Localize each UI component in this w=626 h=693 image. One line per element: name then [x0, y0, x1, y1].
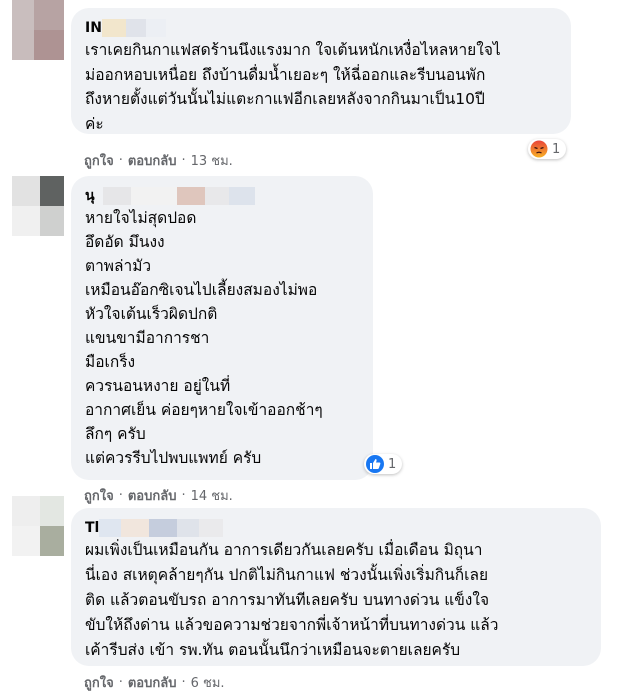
comment-bubble: นุ หายใจไม่สุดปอด อึดอัด มึนงง ตาพล่ามัว… — [71, 176, 373, 480]
separator-dot: · — [118, 488, 123, 503]
commenter-name-text[interactable]: Tl — [85, 520, 99, 536]
comment-line: นี่เอง สเหตุคล้ายๆกัน ปกติไม่กินกาแฟ ช่ว… — [85, 566, 489, 584]
redacted-name — [99, 519, 122, 537]
comment-line: แต่ควรรีบไปพบแพทย์ ครับ — [85, 449, 262, 467]
redacted-name — [145, 19, 166, 37]
timestamp[interactable]: 14 ชม. — [191, 485, 233, 506]
comment-line: ควรนอนหงาย อยู่ในที่ — [85, 377, 231, 395]
commenter-name-text[interactable]: นุ — [85, 185, 95, 207]
timestamp[interactable]: 6 ชม. — [191, 672, 225, 693]
redacted-name — [102, 187, 131, 205]
avatar[interactable] — [12, 496, 64, 556]
comment-line: แขนขามีอาการชา — [85, 329, 210, 347]
like-reaction-icon — [366, 455, 384, 473]
comment-bubble: IN เราเคยกินกาแฟสดร้านนึงแรงมาก ใจเต้นหน… — [71, 8, 571, 134]
comment-line: ลึกๆ ครับ — [85, 425, 146, 443]
comment-line: ผมเพิ่งเป็นเหมือนกัน อาการเดียวกันเลยครั… — [85, 541, 483, 559]
redacted-name — [199, 519, 224, 537]
separator-dot: · — [118, 675, 123, 690]
comment-line: ติด แล้วตอนขับรถ อาการมาทันทีเลยครับ บนท… — [85, 591, 490, 609]
redacted-name — [130, 187, 177, 205]
separator-dot: · — [181, 488, 186, 503]
comment-actions: ถูกใจ · ตอบกลับ · 13 ชม. — [84, 150, 233, 171]
comment-text: เราเคยกินกาแฟสดร้านนึงแรงมาก ใจเต้นหนักเ… — [85, 38, 559, 136]
redacted-name — [204, 187, 229, 205]
reaction-number: 1 — [552, 141, 561, 157]
like-link[interactable]: ถูกใจ — [84, 672, 114, 693]
comment-text: หายใจไม่สุดปอด อึดอัด มึนงง ตาพล่ามัว เห… — [85, 206, 361, 470]
commenter-name[interactable]: Tl — [85, 518, 589, 538]
comment-line: ค่ะ — [85, 114, 104, 133]
comment-line: หายใจไม่สุดปอด — [85, 209, 197, 227]
commenter-name-text[interactable]: IN — [85, 20, 102, 36]
redacted-name — [228, 187, 255, 205]
comment-text: ผมเพิ่งเป็นเหมือนกัน อาการเดียวกันเลยครั… — [85, 538, 589, 663]
reply-link[interactable]: ตอบกลับ — [128, 672, 177, 693]
comment-line: เราเคยกินกาแฟสดร้านนึงแรงมาก ใจเต้นหนักเ… — [85, 41, 501, 59]
redacted-name — [101, 19, 126, 37]
redacted-name — [177, 519, 200, 537]
reaction-count[interactable]: 1 — [528, 139, 567, 159]
comment-line: ตาพล่ามัว — [85, 257, 152, 275]
comment-line: เหมือนอ๊อกซิเจนไปเลี้ยงสมองไม่พอ — [85, 281, 318, 299]
comment-bubble: Tl ผมเพิ่งเป็นเหมือนกัน อาการเดียวกันเลย… — [71, 508, 601, 666]
comment-line: ถึงหายตั้งแต่วันนั้นไม่แตะกาแฟอีกเลยหลัง… — [85, 90, 485, 108]
comment-line: ขับให้ถึงด่าน แล้วขอความช่วยจากพี่เจ้าหน… — [85, 616, 499, 634]
separator-dot: · — [181, 675, 186, 690]
separator-dot: · — [118, 153, 123, 168]
redacted-name — [176, 187, 205, 205]
like-link[interactable]: ถูกใจ — [84, 485, 114, 506]
reply-link[interactable]: ตอบกลับ — [128, 485, 177, 506]
comment-line: อึดอัด มึนงง — [85, 233, 165, 251]
comment-line: หัวใจเต้นเร็วผิดปกติ — [85, 305, 218, 323]
angry-reaction-icon — [530, 140, 548, 158]
reaction-count[interactable]: 1 — [364, 454, 403, 474]
avatar[interactable] — [12, 0, 64, 60]
redacted-name — [121, 519, 150, 537]
commenter-name[interactable]: นุ — [85, 186, 361, 206]
commenter-name[interactable]: IN — [85, 18, 559, 38]
reply-link[interactable]: ตอบกลับ — [128, 150, 177, 171]
redacted-name — [149, 519, 178, 537]
like-link[interactable]: ถูกใจ — [84, 150, 114, 171]
comment-line: เค้ารีบส่ง เข้า รพ.ทัน ตอนนั้นนึกว่าเหมื… — [85, 641, 461, 659]
reaction-number: 1 — [388, 456, 397, 472]
comment-actions: ถูกใจ · ตอบกลับ · 6 ชม. — [84, 672, 225, 693]
comment-line: ม่ออกหอบเหนื่อย ถึงบ้านดื่มน้ำเยอะๆ ให้ฉ… — [85, 65, 486, 84]
timestamp[interactable]: 13 ชม. — [191, 150, 233, 171]
comment-line: อากาศเย็น ค่อยๆหายใจเข้าออกช้าๆ — [85, 401, 323, 419]
comment-line: มือเกร็ง — [85, 353, 136, 371]
separator-dot: · — [181, 153, 186, 168]
redacted-name — [125, 19, 146, 37]
comment-actions: ถูกใจ · ตอบกลับ · 14 ชม. — [84, 485, 233, 506]
avatar[interactable] — [12, 176, 64, 236]
